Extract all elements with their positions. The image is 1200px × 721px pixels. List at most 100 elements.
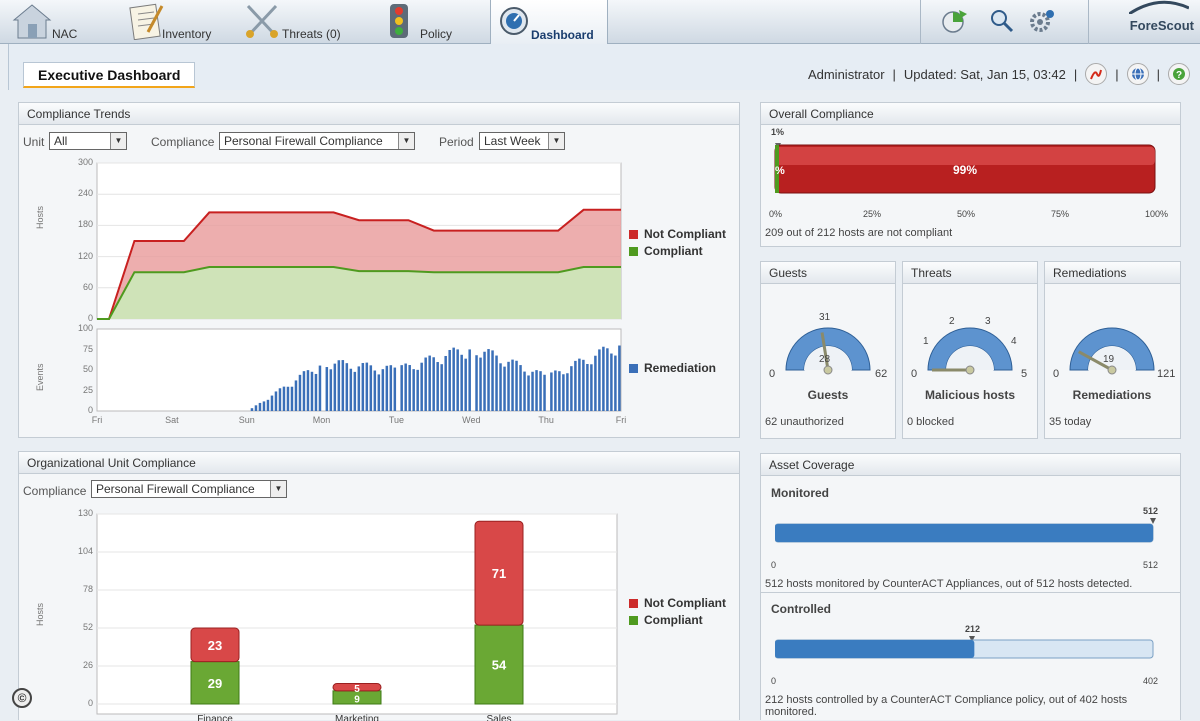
monitored-marker-value: 512 [1143,506,1159,516]
help-button[interactable]: ? [1168,63,1190,85]
chevron-down-icon: ▼ [398,133,414,149]
org-y-axis-label: Hosts [35,602,45,626]
guests-panel: Guests 0 62 31 28 Guests 62 unauthorized [760,261,896,439]
remediation-bar [373,370,377,411]
tab-label: Threats (0) [282,27,341,41]
monitored-min: 0 [771,560,777,570]
remediation-bar [302,371,306,411]
gauge-note: 35 today [1049,416,1092,428]
events-tick-label: 75 [82,343,93,354]
remediation-bar [519,365,522,411]
remediation-bar [278,388,282,411]
separator: | [1115,66,1119,82]
remediation-bar [420,362,423,411]
remediation-bar [416,369,419,411]
overall-tick-label: 75% [1051,209,1070,219]
gauge-tick: 4 [1011,336,1017,347]
period-value: Last Week [484,134,541,148]
day-tick-label: Mon [312,415,331,425]
remediation-bar [558,371,561,411]
legend-label: Compliant [644,244,703,258]
hosts-tick-label: 240 [77,188,93,199]
compliance-trend-chart [96,162,622,412]
controlled-marker-value: 212 [965,624,981,634]
remediation-bar [432,357,435,411]
remediation-bar [325,367,329,411]
tab-executive-dashboard[interactable]: Executive Dashboard [23,62,196,88]
speedometer-icon [500,7,528,35]
panel-title: Asset Coverage [761,454,1180,476]
legend-swatch [629,615,638,625]
remediation-bar [503,366,506,411]
compliant-area [97,267,621,319]
controlled-bar [775,636,1154,659]
remediation-bar [562,374,565,411]
compliance-select[interactable]: Personal Firewall Compliance ▼ [219,132,415,150]
remediation-bar [464,358,467,411]
marker-icon [1150,518,1156,524]
divider [761,592,1180,593]
legend-remediation: Remediation [629,361,716,375]
controlled-note: 212 hosts controlled by a CounterACT Com… [765,694,1128,718]
remediations-panel: Remediations 0 121 19 Remediations 35 to… [1044,261,1181,439]
left-in-bar-label: % [775,165,785,177]
panel-title: Overall Compliance [761,103,1180,125]
org-tick-label: 130 [77,508,93,518]
period-select[interactable]: Last Week ▼ [479,132,565,150]
gauge-label: Guests [807,388,849,402]
search-icon[interactable] [989,8,1015,34]
remediation-bar [535,370,538,411]
remediation-bar [436,362,439,411]
remediation-bar [361,363,365,411]
remediation-bar [349,368,353,411]
refresh-chart-icon[interactable] [941,8,967,34]
gauge-marker: 31 [819,312,831,323]
remediation-bar [610,353,613,411]
remediation-bar [353,371,357,411]
legend-label: Not Compliant [644,227,726,241]
remediation-bar [448,349,451,411]
remediation-bar [274,391,278,411]
monitored-fill [775,524,1153,542]
remediation-bar [345,363,349,411]
web-button[interactable] [1126,63,1149,85]
remediation-bar [270,395,274,411]
overall-tick-label: 0% [769,209,783,219]
remediation-bar [574,360,577,411]
remediation-bar [393,367,397,411]
tab-threats[interactable]: Threats (0) [242,0,372,44]
remediation-bar [614,355,617,411]
tab-nac[interactable]: NAC [8,0,118,44]
remediation-bar [377,374,381,411]
monitored-note: 512 hosts monitored by CounterACT Applia… [765,578,1133,590]
remediation-bar [428,355,431,411]
org-compliance-select[interactable]: Personal Firewall Compliance ▼ [91,480,287,498]
unit-select[interactable]: All ▼ [49,132,127,150]
panel-title: Threats [903,262,1037,284]
tab-inventory[interactable]: Inventory [122,0,238,44]
hosts-tick-label: 120 [77,250,93,261]
checklist-icon [129,3,164,40]
export-pdf-button[interactable] [1085,63,1108,85]
tab-label: Inventory [162,27,212,41]
separator: | [892,66,896,82]
panel-title: Guests [761,262,895,284]
top-nav: NAC Inventory Threats (0) Policy Dashboa… [0,0,1200,45]
monitored-bar [775,518,1156,543]
remediation-bar [543,374,546,411]
overall-tick-label: 100% [1145,209,1169,219]
remediation-bar [310,371,314,411]
left-percent: 1% [771,127,785,137]
remediation-bar [389,365,393,411]
swords-icon [246,4,278,38]
remediation-bar [314,373,318,411]
tab-dashboard[interactable]: Dashboard [490,0,608,45]
legend-swatch [629,246,638,256]
separator: | [1073,66,1078,82]
remediation-bar [381,369,385,411]
gauge-min: 0 [911,368,918,380]
gear-icon[interactable] [1029,8,1055,34]
tab-policy[interactable]: Policy [380,0,486,44]
gauge-hub [823,365,833,375]
toolbar-icons [920,0,1080,44]
